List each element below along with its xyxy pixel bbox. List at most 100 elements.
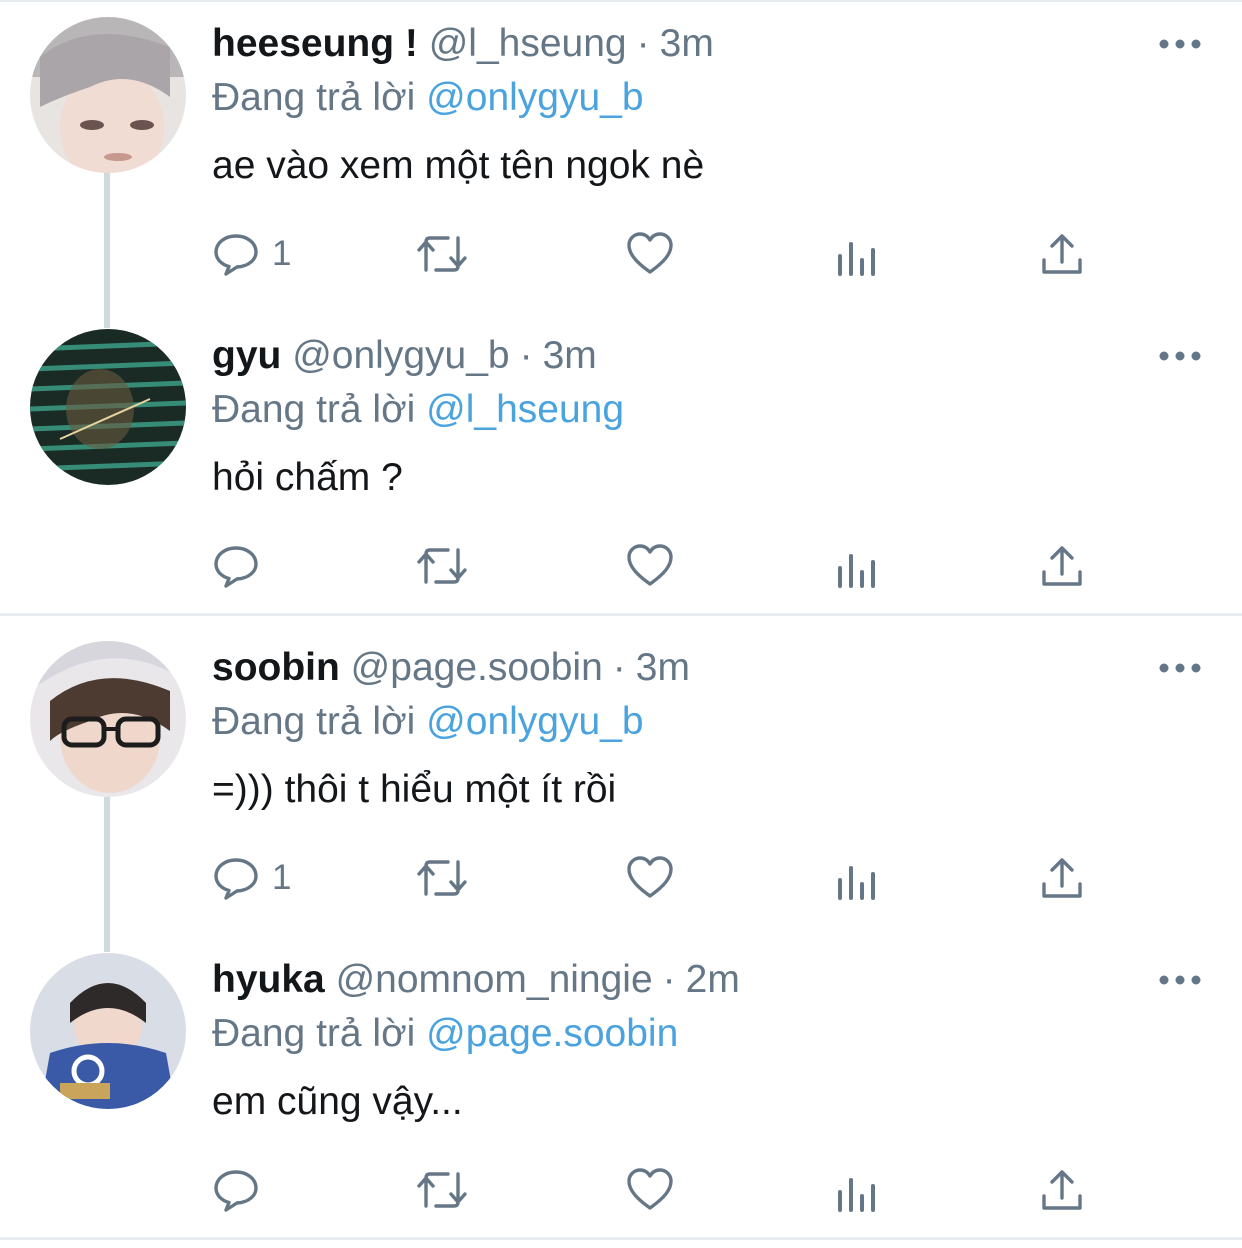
tweet-actions: 1	[212, 214, 1112, 294]
avatar[interactable]	[30, 17, 186, 173]
timestamp[interactable]: 2m	[686, 958, 740, 1001]
user-handle[interactable]: @l_hseung	[429, 22, 627, 65]
like-button[interactable]	[626, 526, 674, 606]
tweet-header: gyu @onlygyu_b · 3m	[212, 330, 597, 382]
analytics-icon	[838, 866, 875, 900]
avatar[interactable]	[30, 329, 186, 485]
reply-button[interactable]: 1	[212, 214, 291, 294]
share-button[interactable]	[1038, 1150, 1086, 1230]
replying-to-label: Đang trả lời	[212, 700, 416, 743]
share-button[interactable]	[1038, 838, 1086, 918]
more-options-button[interactable]	[1158, 966, 1202, 994]
analytics-button[interactable]	[834, 838, 882, 918]
mention-link[interactable]: @onlygyu_b	[426, 76, 643, 119]
tweet-text: hỏi chấm ?	[212, 456, 403, 499]
display-name[interactable]: hyuka	[212, 958, 325, 1001]
analytics-button[interactable]	[834, 1150, 882, 1230]
reply-button[interactable]: 1	[212, 838, 291, 918]
retweet-icon	[417, 548, 467, 584]
retweet-button[interactable]	[416, 526, 468, 606]
share-button[interactable]	[1038, 526, 1086, 606]
separator-dot: ·	[612, 646, 626, 689]
heart-icon	[627, 1168, 673, 1210]
analytics-button[interactable]	[834, 214, 882, 294]
thread-connector	[104, 797, 110, 952]
user-handle[interactable]: @nomnom_ningie	[336, 958, 653, 1001]
tweet-header: hyuka @nomnom_ningie · 2m	[212, 954, 740, 1006]
share-button[interactable]	[1038, 214, 1086, 294]
tweet-text: =))) thôi t hiểu một ít rồi	[212, 768, 617, 811]
more-options-button[interactable]	[1158, 342, 1202, 370]
reply-count: 1	[272, 234, 292, 273]
share-icon	[1042, 858, 1082, 898]
more-icon	[1159, 39, 1201, 49]
avatar-image	[30, 641, 186, 797]
avatar-image	[30, 953, 186, 1109]
replying-to-label: Đang trả lời	[212, 76, 416, 119]
user-handle[interactable]: @page.soobin	[351, 646, 603, 689]
avatar[interactable]	[30, 641, 186, 797]
tweet[interactable]: heeseung ! @l_hseung · 3m Đang trả lời @on…	[0, 0, 1242, 328]
mention-link[interactable]: @l_hseung	[426, 388, 624, 431]
tweet[interactable]: gyu @onlygyu_b · 3m Đang trả lời @l_hseung…	[0, 312, 1242, 624]
replying-to: Đang trả lời @page.soobin	[212, 1008, 678, 1060]
reply-button[interactable]	[212, 526, 272, 606]
reply-icon	[214, 234, 258, 276]
analytics-icon	[838, 554, 875, 588]
tweet-text: em cũng vậy...	[212, 1080, 463, 1123]
share-icon	[1042, 1170, 1082, 1210]
more-icon	[1159, 663, 1201, 673]
retweet-icon	[417, 1172, 467, 1208]
retweet-icon	[417, 860, 467, 896]
mention-link[interactable]: @page.soobin	[426, 1012, 678, 1055]
like-button[interactable]	[626, 1150, 674, 1230]
analytics-button[interactable]	[834, 526, 882, 606]
tweet-header: soobin @page.soobin · 3m	[212, 642, 690, 694]
display-name[interactable]: gyu	[212, 334, 281, 377]
reply-icon	[214, 1170, 258, 1212]
tweet[interactable]: hyuka @nomnom_ningie · 2m Đang trả lời @pa…	[0, 936, 1242, 1248]
retweet-button[interactable]	[416, 1150, 468, 1230]
replying-to-label: Đang trả lời	[212, 1012, 416, 1055]
avatar[interactable]	[30, 953, 186, 1109]
retweet-button[interactable]	[416, 838, 468, 918]
more-options-button[interactable]	[1158, 654, 1202, 682]
replying-to: Đang trả lời @l_hseung	[212, 384, 624, 436]
tweet[interactable]: soobin @page.soobin · 3m Đang trả lời @onl…	[0, 624, 1242, 952]
replying-to-label: Đang trả lời	[212, 388, 416, 431]
separator-dot: ·	[662, 958, 676, 1001]
mention-link[interactable]: @onlygyu_b	[426, 700, 643, 743]
like-button[interactable]	[626, 214, 674, 294]
more-icon	[1159, 975, 1201, 985]
display-name[interactable]: heeseung !	[212, 22, 418, 65]
avatar-image	[30, 17, 186, 173]
reply-icon	[214, 858, 258, 900]
reply-count: 1	[272, 858, 292, 897]
timestamp[interactable]: 3m	[660, 22, 714, 65]
more-options-button[interactable]	[1158, 30, 1202, 58]
like-button[interactable]	[626, 838, 674, 918]
tweet-header: heeseung ! @l_hseung · 3m	[212, 18, 714, 70]
separator-dot: ·	[636, 22, 650, 65]
display-name[interactable]: soobin	[212, 646, 340, 689]
replying-to: Đang trả lời @onlygyu_b	[212, 696, 644, 748]
tweet-text: ae vào xem một tên ngok nè	[212, 144, 705, 187]
share-icon	[1042, 234, 1082, 274]
more-icon	[1159, 351, 1201, 361]
reply-icon	[214, 546, 258, 588]
thread-connector	[104, 173, 110, 328]
separator-dot: ·	[519, 334, 533, 377]
analytics-icon	[838, 242, 875, 276]
tweet-actions	[212, 1150, 1112, 1230]
avatar-image	[30, 329, 186, 485]
timestamp[interactable]: 3m	[543, 334, 597, 377]
replying-to: Đang trả lời @onlygyu_b	[212, 72, 644, 124]
retweet-icon	[417, 236, 467, 272]
heart-icon	[627, 856, 673, 898]
analytics-icon	[838, 1178, 875, 1212]
user-handle[interactable]: @onlygyu_b	[292, 334, 509, 377]
timestamp[interactable]: 3m	[636, 646, 690, 689]
heart-icon	[627, 544, 673, 586]
retweet-button[interactable]	[416, 214, 468, 294]
reply-button[interactable]	[212, 1150, 272, 1230]
